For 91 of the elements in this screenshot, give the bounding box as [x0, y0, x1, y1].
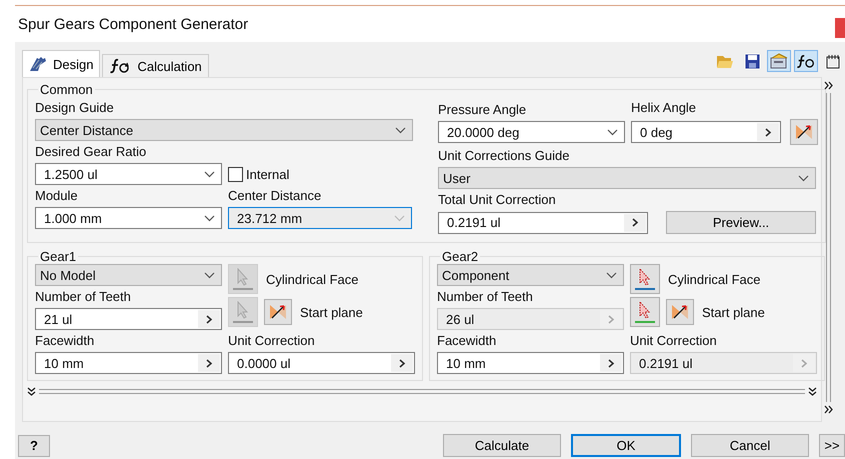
chevron-down-icon — [204, 272, 215, 278]
group-title: Gear1 — [39, 249, 78, 264]
expand-right-icon[interactable] — [824, 405, 832, 414]
dropdown-field[interactable]: 1.2500 ul — [35, 163, 222, 185]
cancel-button[interactable]: Cancel — [691, 434, 809, 457]
chevron-down-icon — [798, 174, 809, 182]
field-label: Center Distance — [228, 188, 322, 203]
step-button[interactable] — [391, 354, 413, 372]
flip-button[interactable] — [264, 299, 292, 325]
field-label: Unit Correction — [630, 333, 718, 348]
flip-button[interactable] — [790, 119, 818, 145]
chevron-down-icon — [204, 214, 215, 222]
field-label: Number of Teeth — [35, 289, 132, 304]
field-label: Facewidth — [437, 333, 498, 348]
dropdown-field[interactable]: Center Distance — [35, 119, 413, 141]
formula-icon — [109, 58, 132, 74]
chevron-right-icon — [398, 358, 406, 368]
expand-down-icon[interactable] — [27, 387, 36, 396]
field-label: Pressure Angle — [438, 102, 528, 117]
cursor-icon — [635, 301, 655, 323]
step-button[interactable] — [600, 354, 622, 372]
checkbox-label: Internal — [246, 166, 290, 182]
field-label: Desired Gear Ratio — [35, 144, 148, 159]
chevron-down-icon — [395, 126, 406, 134]
group-title: Gear2 — [441, 249, 480, 264]
folder-icon — [716, 54, 734, 68]
field-label: Total Unit Correction — [438, 192, 557, 207]
dropdown-field[interactable]: User — [438, 167, 816, 189]
preview-button[interactable]: Preview... — [666, 211, 816, 234]
step-button[interactable] — [198, 354, 220, 372]
select-button[interactable] — [630, 297, 660, 327]
options-icon — [770, 53, 788, 69]
field-label: Number of Teeth — [437, 289, 534, 304]
save-icon — [744, 54, 760, 68]
dropdown-field[interactable]: 20.0000 deg — [438, 121, 625, 143]
toolbar-button[interactable] — [794, 50, 818, 72]
help-button[interactable]: ? — [18, 434, 50, 456]
chevron-right-icon — [800, 358, 808, 368]
flip-icon — [794, 122, 814, 142]
spin-field[interactable]: 0 deg — [631, 121, 781, 143]
dropdown-field[interactable]: 1.000 mm — [35, 207, 222, 229]
dropdown-field[interactable]: Component — [437, 264, 624, 286]
flip-button[interactable] — [666, 299, 694, 325]
dropdown-field[interactable]: No Model — [35, 264, 222, 286]
expand-right-icon[interactable] — [824, 81, 832, 90]
field-label: Helix Angle — [631, 100, 698, 115]
selection-label: Cylindrical Face — [266, 272, 358, 286]
chevron-down-icon — [606, 272, 617, 278]
select-button[interactable] — [630, 264, 660, 294]
tab[interactable]: Calculation — [102, 54, 209, 77]
selection-label: Start plane — [702, 304, 765, 320]
step-button[interactable] — [757, 123, 779, 141]
chevron-right-icon — [764, 128, 772, 136]
field-label: Unit Correction — [228, 333, 316, 348]
group-title: Common — [39, 82, 94, 97]
step-button[interactable] — [198, 310, 220, 328]
notes-icon — [826, 54, 840, 68]
step-button[interactable] — [624, 214, 646, 232]
selection-label: Start plane — [300, 304, 363, 320]
spin-field[interactable]: 10 mm — [437, 352, 624, 374]
chevron-right-icon — [608, 314, 614, 324]
cursor-icon — [233, 301, 253, 323]
field-label: Unit Corrections Guide — [438, 148, 570, 163]
chevron-right-icon — [632, 218, 638, 227]
formula-icon — [796, 54, 816, 68]
spin-field[interactable]: 21 ul — [35, 308, 222, 330]
calculate-button[interactable]: Calculate — [443, 434, 561, 457]
checkbox[interactable] — [228, 166, 243, 182]
spin-field[interactable]: 0.2191 ul — [438, 212, 648, 234]
cursor-icon — [635, 268, 655, 290]
field-label: Facewidth — [35, 333, 96, 348]
chevron-down-icon — [394, 214, 405, 222]
spin-field[interactable]: 10 mm — [35, 352, 222, 374]
chevron-right-icon — [206, 358, 212, 368]
chevron-right-icon — [206, 314, 212, 324]
chevron-down-icon — [607, 128, 618, 136]
chevron-down-icon — [204, 170, 215, 178]
flip-icon — [670, 302, 690, 322]
selection-label: Cylindrical Face — [668, 272, 760, 286]
window-title: Spur Gears Component Generator — [17, 16, 248, 32]
field-label: Module — [35, 188, 79, 203]
ok-button[interactable]: OK — [571, 434, 681, 457]
field-label: Design Guide — [35, 100, 115, 115]
tab[interactable]: Design — [22, 50, 100, 77]
expand-down-icon[interactable] — [808, 387, 817, 396]
spin-field[interactable]: 0.0000 ul — [228, 352, 415, 374]
flip-icon — [268, 302, 288, 322]
more-button[interactable]: >> — [819, 434, 845, 457]
gear-icon — [29, 56, 47, 72]
chevron-right-icon — [608, 358, 614, 368]
cursor-icon — [233, 268, 253, 290]
